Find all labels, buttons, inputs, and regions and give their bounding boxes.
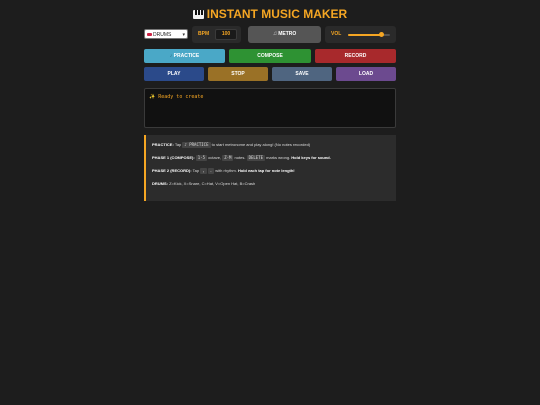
drums-text: Z=Kick, X=Snare, C=Hat, V=Open Hat, B=Cr… <box>169 181 256 186</box>
compose-button[interactable]: COMPOSE <box>229 49 311 63</box>
app-root: INSTANT MUSIC MAKER DRUMS ▾ BPM 100 ♫MET… <box>0 0 540 405</box>
phase1-bold: Hold keys for sound. <box>291 155 331 160</box>
instrument-select[interactable]: DRUMS ▾ <box>144 29 188 39</box>
practice-text-post: to start metronome and play along! (No n… <box>211 142 311 147</box>
instructions-phase2: PHASE 2 (RECORD): Tap , . with rhythm. H… <box>152 166 391 179</box>
practice-text-pre: Tap <box>174 142 182 147</box>
save-button[interactable]: SAVE <box>272 67 332 81</box>
save-button-label: SAVE <box>295 71 309 77</box>
volume-label: VOL <box>331 31 342 37</box>
record-button[interactable]: RECORD <box>315 49 396 63</box>
octave-keys: 1-5 <box>195 155 208 161</box>
load-button-label: LOAD <box>358 71 374 77</box>
music-note-icon: ♫ <box>272 31 278 37</box>
metronome-button[interactable]: ♫METRO <box>248 26 321 43</box>
bpm-label: BPM <box>198 31 210 37</box>
period-key: . <box>207 168 215 174</box>
delete-key: DELETE <box>246 155 266 161</box>
phase1-text-3: marks wrong. <box>266 155 291 160</box>
volume-slider-thumb[interactable] <box>379 32 385 37</box>
play-button[interactable]: PLAY <box>144 67 204 81</box>
stop-button[interactable]: STOP <box>208 67 268 81</box>
app-header: INSTANT MUSIC MAKER <box>0 6 540 22</box>
phase2-heading: PHASE 2 (RECORD): <box>152 168 192 173</box>
output-display: ✨ Ready to create <box>144 88 396 128</box>
volume-control: VOL <box>325 26 396 43</box>
bpm-control: BPM 100 <box>192 26 241 43</box>
practice-key: ♪ PRACTICE <box>182 142 211 148</box>
volume-slider[interactable] <box>348 32 390 37</box>
note-keys: Z-M <box>222 155 234 161</box>
bpm-input[interactable]: 100 <box>215 29 237 40</box>
stop-button-label: STOP <box>231 71 245 77</box>
sparkles-icon: ✨ <box>149 94 159 100</box>
instructions-drums: DRUMS: Z=Kick, X=Snare, C=Hat, V=Open Ha… <box>152 179 391 192</box>
instructions-phase1: PHASE 1 (COMPOSE): 1-5 octave, Z-M notes… <box>152 153 391 166</box>
phase1-text-2: notes. <box>234 155 246 160</box>
practice-button[interactable]: ♪ PRACTICE <box>144 49 225 63</box>
top-controls: DRUMS ▾ BPM 100 ♫METRO VOL <box>144 26 396 43</box>
load-button[interactable]: LOAD <box>336 67 396 81</box>
drums-heading: DRUMS: <box>152 181 168 186</box>
phase1-heading: PHASE 1 (COMPOSE): <box>152 155 195 160</box>
instrument-select-value: DRUMS <box>153 32 172 38</box>
chevron-down-icon: ▾ <box>182 32 185 38</box>
metronome-label: METRO <box>278 31 297 37</box>
play-button-label: PLAY <box>167 71 181 77</box>
drum-icon <box>147 33 152 36</box>
output-status-text: Ready to create <box>158 94 204 100</box>
app-title: INSTANT MUSIC MAKER <box>206 7 348 21</box>
instructions-panel: PRACTICE: Tap ♪ PRACTICE to start metron… <box>144 135 396 201</box>
compose-button-label: COMPOSE <box>257 53 283 59</box>
phase2-text-pre: Tap <box>192 168 200 173</box>
phase2-bold: Hold each tap for note length! <box>237 168 295 173</box>
phase2-text-1: with rhythm. <box>215 168 237 173</box>
volume-slider-fill <box>348 34 382 36</box>
comma-key: , <box>200 168 207 174</box>
record-button-label: RECORD <box>344 53 367 59</box>
piano-keys-icon <box>192 10 204 19</box>
instructions-practice: PRACTICE: Tap ♪ PRACTICE to start metron… <box>152 140 391 153</box>
practice-button-label: PRACTICE <box>173 53 200 59</box>
phase1-text-1: octave, <box>208 155 222 160</box>
practice-heading: PRACTICE: <box>152 142 174 147</box>
